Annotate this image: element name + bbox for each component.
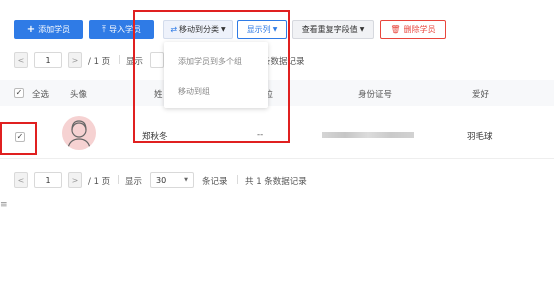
header-id-number: 身份证号: [358, 90, 393, 100]
add-student-button[interactable]: + 添加学员: [14, 20, 83, 39]
select-all-checkbox[interactable]: ✓: [14, 88, 24, 98]
check-icon: ✓: [15, 88, 23, 97]
plus-icon: +: [26, 24, 36, 35]
view-duplicates-button[interactable]: 查看重复字段值 ▼: [292, 20, 374, 39]
header-avatar: 头像: [70, 90, 88, 100]
delete-student-button[interactable]: 🗑 删除学员: [380, 20, 446, 39]
next-page-button-bottom[interactable]: >: [68, 172, 82, 188]
highlight-box-checkbox: [0, 122, 37, 155]
total-records-bottom: 共 1 条数据记录: [245, 177, 307, 187]
cell-id-number-redacted: [322, 132, 414, 138]
chevron-left-icon: <: [17, 55, 25, 65]
divider: |: [118, 55, 121, 65]
chevron-left-icon: <: [17, 175, 25, 185]
upload-icon: ⤒: [102, 24, 106, 35]
next-page-button[interactable]: >: [68, 52, 82, 68]
page-input-bottom[interactable]: 1: [34, 172, 62, 188]
caret-down-icon: ▼: [184, 177, 188, 183]
records-label-bottom: 条记录: [202, 177, 228, 187]
page-total: / 1 页: [88, 57, 111, 67]
page-total-bottom: / 1 页: [88, 177, 111, 187]
page-size-select-bottom[interactable]: 30 ▼: [150, 172, 194, 188]
header-hobby: 爱好: [472, 90, 490, 100]
prev-page-button-bottom[interactable]: <: [14, 172, 28, 188]
person-icon: [67, 120, 91, 149]
chevron-right-icon: >: [71, 175, 79, 185]
trash-icon: 🗑: [390, 25, 401, 34]
page-input[interactable]: 1: [34, 52, 62, 68]
cell-hobby: 羽毛球: [467, 132, 493, 142]
caret-down-icon: ▼: [359, 26, 365, 33]
chevron-right-icon: >: [71, 55, 79, 65]
drag-handle-icon[interactable]: ≡: [0, 200, 8, 210]
show-label-bottom: 显示: [125, 177, 143, 187]
header-select-all: 全选: [32, 90, 50, 100]
avatar: [62, 116, 96, 150]
highlight-box-menu: [133, 10, 290, 143]
prev-page-button[interactable]: <: [14, 52, 28, 68]
divider: |: [236, 175, 239, 185]
divider: |: [117, 175, 120, 185]
